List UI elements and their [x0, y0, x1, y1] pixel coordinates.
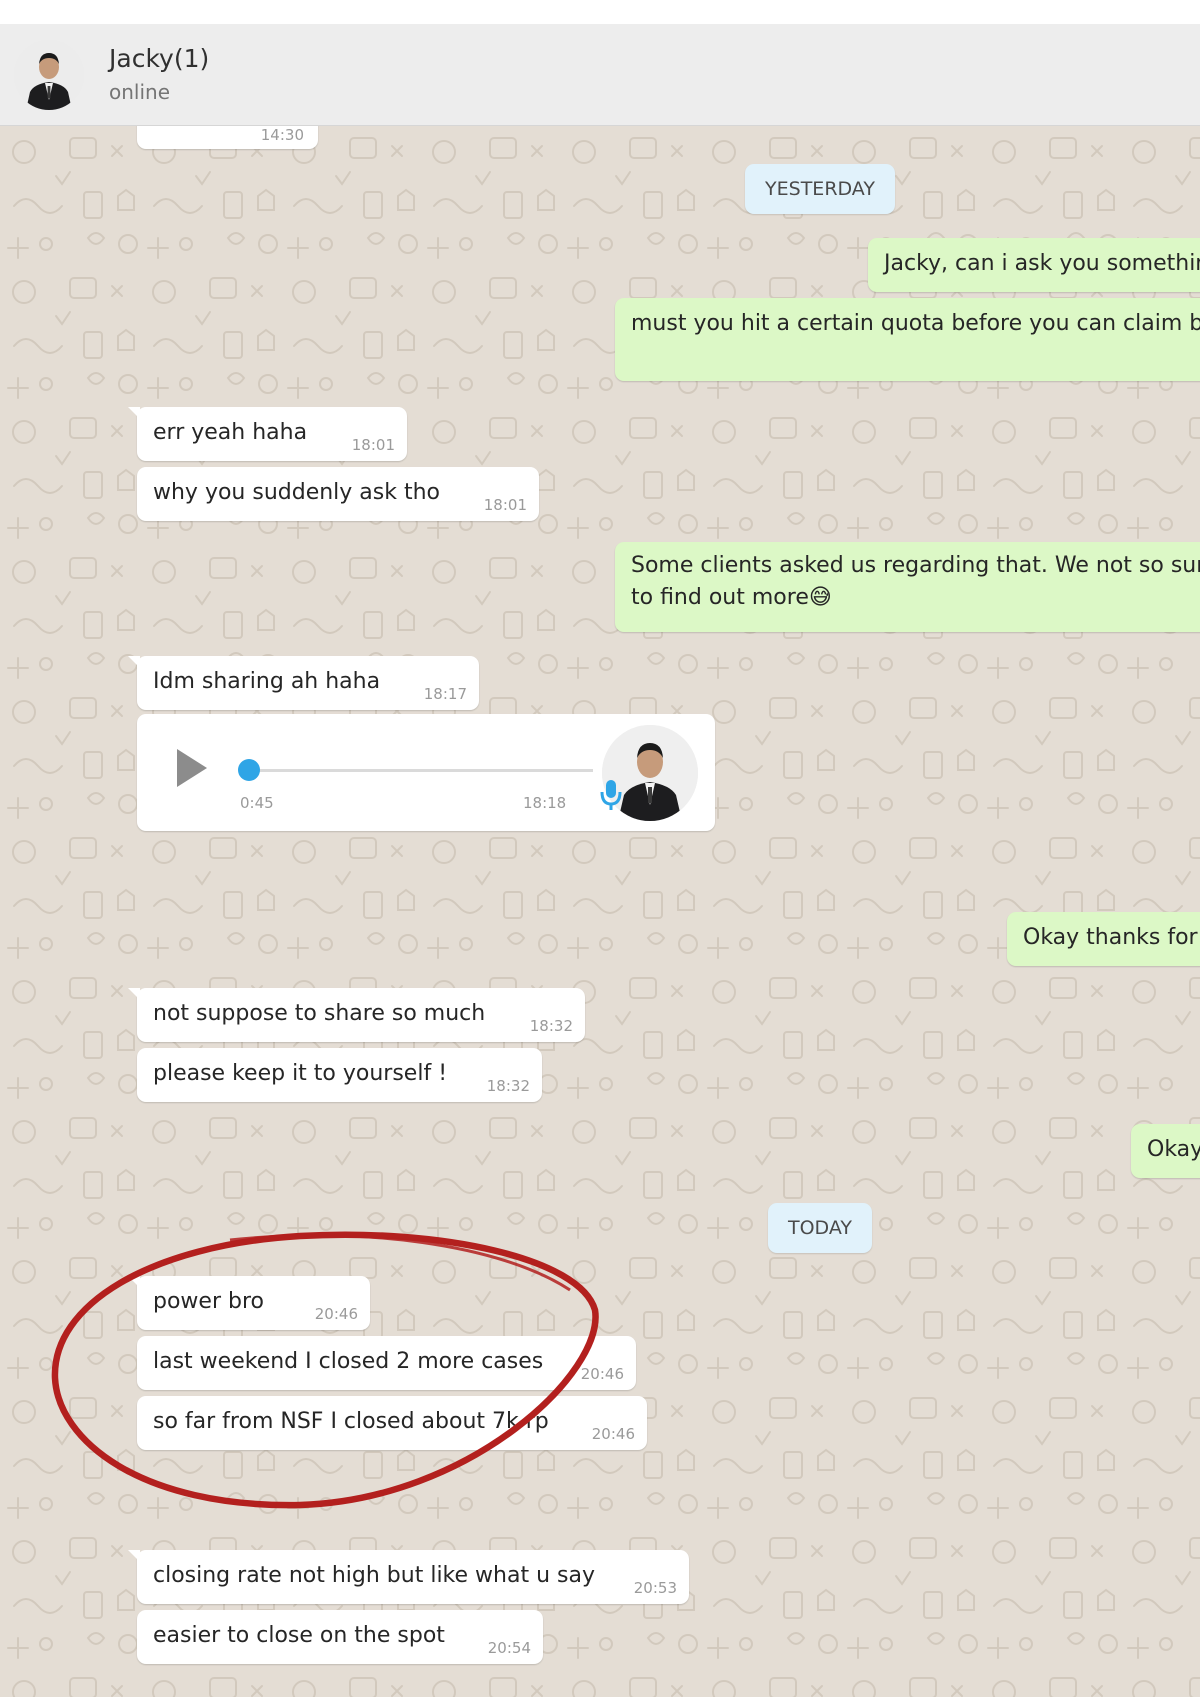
incoming-message[interactable]: last weekend I closed 2 more cases 20:46 [137, 1336, 636, 1390]
message-text-line-2: to find out more😅 [631, 585, 832, 610]
message-text: closing rate not high but like what u sa… [153, 1563, 595, 1588]
message-text: easier to close on the spot [153, 1623, 445, 1648]
message-time: 20:53 [633, 1579, 677, 1597]
message-time: 20:46 [580, 1365, 624, 1383]
incoming-message[interactable]: so far from NSF I closed about 7k rp 20:… [137, 1396, 647, 1450]
incoming-message[interactable]: please keep it to yourself ! 18:32 [137, 1048, 542, 1102]
message-time: 18:17 [423, 685, 467, 703]
message-time: 20:54 [487, 1639, 531, 1657]
contact-avatar[interactable] [14, 40, 84, 110]
bubble-tail [128, 656, 140, 668]
voice-message[interactable]: 0:45 18:18 [137, 714, 715, 831]
message-text: must you hit a certain quota before you … [631, 311, 1200, 336]
top-margin [0, 0, 1200, 24]
bubble-tail [128, 988, 140, 1000]
outgoing-message[interactable]: Okay [1131, 1124, 1200, 1178]
message-text: last weekend I closed 2 more cases [153, 1349, 544, 1374]
message-text: why you suddenly ask tho [153, 480, 441, 505]
message-text-line-1: Some clients asked us regarding that. We… [631, 553, 1200, 578]
bubble-tail [128, 1550, 140, 1562]
microphone-icon [600, 780, 622, 810]
audio-progress-knob[interactable] [238, 759, 260, 781]
date-separator-yesterday: YESTERDAY [745, 164, 895, 214]
contact-name[interactable]: Jacky(1) [109, 44, 209, 73]
incoming-message[interactable]: closing rate not high but like what u sa… [128, 1550, 689, 1604]
outgoing-message[interactable]: Okay thanks for t [1007, 912, 1200, 966]
partial-message-bubble[interactable]: 14:30 [137, 126, 318, 149]
person-avatar-icon [14, 40, 84, 110]
message-text: so far from NSF I closed about 7k rp [153, 1409, 549, 1434]
message-text: Idm sharing ah haha [153, 669, 381, 694]
incoming-message[interactable]: not suppose to share so much 18:32 [128, 988, 585, 1042]
message-text: Okay [1147, 1137, 1200, 1162]
message-time: 18:01 [351, 436, 395, 454]
audio-progress-track[interactable] [249, 769, 593, 772]
play-icon[interactable] [175, 747, 209, 789]
incoming-message[interactable]: Idm sharing ah haha 18:17 [128, 656, 479, 710]
incoming-message[interactable]: why you suddenly ask tho 18:01 [137, 467, 539, 521]
outgoing-message[interactable]: must you hit a certain quota before you … [615, 298, 1200, 381]
bubble-tail [128, 1276, 140, 1288]
date-separator-today: TODAY [768, 1203, 872, 1253]
message-time: 18:18 [523, 794, 567, 812]
audio-duration: 0:45 [240, 794, 274, 812]
message-time: 18:01 [483, 496, 527, 514]
message-time: 18:32 [529, 1017, 573, 1035]
incoming-message[interactable]: err yeah haha 18:01 [128, 407, 407, 461]
outgoing-message[interactable]: Jacky, can i ask you something [868, 238, 1200, 292]
message-text: please keep it to yourself ! [153, 1061, 448, 1086]
bubble-tail [128, 407, 140, 419]
message-text: err yeah haha [153, 420, 308, 445]
message-time: 20:46 [591, 1425, 635, 1443]
message-time: 18:32 [486, 1077, 530, 1095]
incoming-message[interactable]: easier to close on the spot 20:54 [137, 1610, 543, 1664]
message-text: Okay thanks for t [1023, 925, 1200, 950]
message-text: Jacky, can i ask you something [884, 251, 1200, 276]
message-text: not suppose to share so much [153, 1001, 486, 1026]
message-text: power bro [153, 1289, 264, 1314]
chat-area[interactable]: 14:30 YESTERDAY Jacky, can i ask you som… [0, 126, 1200, 1697]
incoming-message[interactable]: power bro 20:46 [128, 1276, 370, 1330]
chat-header[interactable]: Jacky(1) online [0, 24, 1200, 126]
message-time: 14:30 [260, 126, 304, 144]
outgoing-message[interactable]: Some clients asked us regarding that. We… [615, 542, 1200, 632]
message-time: 20:46 [314, 1305, 358, 1323]
contact-status: online [109, 80, 171, 104]
